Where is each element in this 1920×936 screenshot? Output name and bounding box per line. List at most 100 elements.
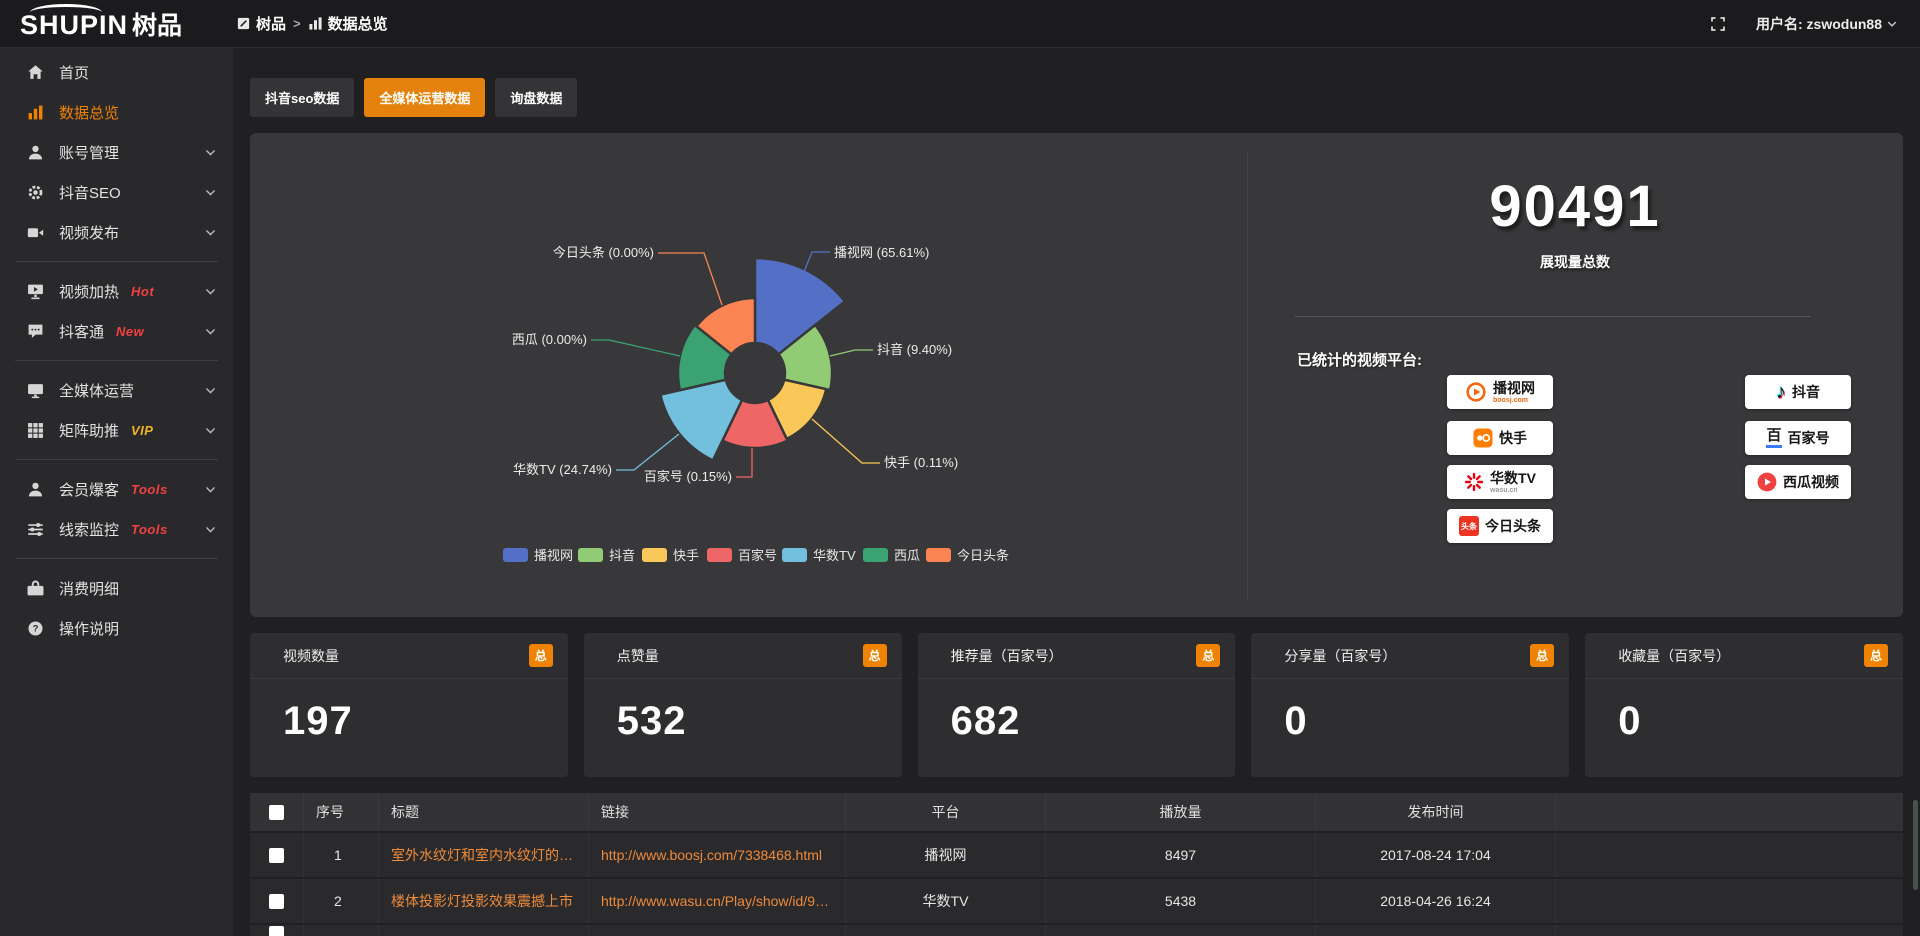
chart-panel: 播视网 (65.61%)抖音 (9.40%)快手 (0.11%)百家号 (0.1… xyxy=(250,133,1903,617)
stat-cards-row: 视频数量 总 197 点赞量 总 532 推荐量（百家号） 总 682 分享量（… xyxy=(250,633,1903,777)
label-line-快手 xyxy=(812,419,880,463)
sidebar-item-视频发布[interactable]: 视频发布 xyxy=(0,212,233,252)
breadcrumb-separator: > xyxy=(293,16,301,31)
col-header-序号: 序号 xyxy=(303,793,378,831)
video-title-link[interactable]: 楼体投影灯投影效果震撼上市 xyxy=(391,891,573,911)
data-tabs: 抖音seo数据全媒体运营数据询盘数据 xyxy=(250,78,1903,117)
platform-badge-抖音: ♪抖音 xyxy=(1745,375,1851,409)
sidebar-item-label: 线索监控 xyxy=(59,519,119,540)
logo-text-en: SHUPIN xyxy=(20,10,128,41)
legend-item-华数TV[interactable]: 华数TV xyxy=(782,548,856,563)
sidebar-item-消费明细[interactable]: 消费明细 xyxy=(0,568,233,608)
total-impressions-label: 展现量总数 xyxy=(1247,252,1903,272)
sidebar-item-label: 全媒体运营 xyxy=(59,380,134,401)
legend-item-快手[interactable]: 快手 xyxy=(642,548,699,563)
total-badge: 总 xyxy=(863,644,887,667)
legend-item-抖音[interactable]: 抖音 xyxy=(578,548,635,563)
platform-badge-快手: 快手 xyxy=(1447,421,1553,455)
breadcrumb-current[interactable]: 数据总览 xyxy=(308,13,388,34)
sidebar-item-数据总览[interactable]: 数据总览 xyxy=(0,92,233,132)
user-area: 用户名: zswodun88 xyxy=(1710,14,1920,34)
pie-label-播视网: 播视网 (65.61%) xyxy=(834,245,929,260)
sidebar-badge-New: New xyxy=(116,324,144,339)
col-header-链接: 链接 xyxy=(588,793,845,831)
platform-name: 华数TV xyxy=(1490,471,1536,485)
sidebar-item-视频加热[interactable]: 视频加热Hot xyxy=(0,271,233,311)
cell-views: 5438 xyxy=(1045,879,1315,923)
label-line-播视网 xyxy=(804,252,830,272)
sidebar-item-矩阵助推[interactable]: 矩阵助推VIP xyxy=(0,410,233,450)
sidebar-item-label: 视频加热 xyxy=(59,281,119,302)
sidebar: 首页数据总览账号管理抖音SEO 视频发布视频加热Hot抖客通New 全媒体运营矩阵助… xyxy=(0,48,233,936)
tab-抖音seo数据[interactable]: 抖音seo数据 xyxy=(250,78,354,117)
pie-label-百家号: 百家号 (0.15%) xyxy=(644,469,732,484)
sidebar-item-label: 消费明细 xyxy=(59,578,119,599)
row-checkbox[interactable] xyxy=(269,894,284,909)
sidebar-item-label: 操作说明 xyxy=(59,618,119,639)
platforms-title: 已统计的视频平台: xyxy=(1297,349,1422,370)
summary-zone: 90491 展现量总数 已统计的视频平台: 播视网boosj.com♪抖音快手百… xyxy=(1247,133,1903,617)
sidebar-item-首页[interactable]: 首页 xyxy=(0,52,233,92)
legend-item-百家号[interactable]: 百家号 xyxy=(707,548,777,563)
chat-icon xyxy=(27,323,45,340)
gear-icon xyxy=(27,184,45,201)
chevron-down-icon xyxy=(204,384,217,397)
sidebar-item-label: 矩阵助推 xyxy=(59,420,119,441)
row-checkbox[interactable] xyxy=(269,848,284,863)
label-line-华数TV xyxy=(616,434,679,470)
stat-card-value: 0 xyxy=(1251,679,1569,744)
breadcrumb-home[interactable]: 树品 xyxy=(236,13,286,34)
chevron-down-icon xyxy=(204,186,217,199)
video-title-link[interactable]: 室外水纹灯和室内水纹灯的区别和简介 xyxy=(391,845,576,865)
platform-name: 播视网 xyxy=(1493,381,1535,395)
platform-name: 西瓜视频 xyxy=(1783,475,1839,489)
stat-card-title: 视频数量 xyxy=(283,646,339,666)
sidebar-item-label: 账号管理 xyxy=(59,142,119,163)
breadcrumb-home-label: 树品 xyxy=(256,13,286,34)
scrollbar-thumb[interactable] xyxy=(1913,800,1918,890)
video-camera-icon xyxy=(27,224,45,241)
tab-询盘数据[interactable]: 询盘数据 xyxy=(495,78,577,117)
fullscreen-icon[interactable] xyxy=(1710,16,1726,32)
sidebar-item-抖客通[interactable]: 抖客通New xyxy=(0,311,233,351)
sidebar-item-label: 视频发布 xyxy=(59,222,119,243)
sidebar-item-账号管理[interactable]: 账号管理 xyxy=(0,132,233,172)
video-url-link[interactable]: http://www.boosj.com/7338468.html xyxy=(601,847,822,863)
svg-text:西瓜: 西瓜 xyxy=(894,548,920,563)
sidebar-item-抖音SEO[interactable]: 抖音SEO xyxy=(0,172,233,212)
pie-label-华数TV: 华数TV (24.74%) xyxy=(513,462,612,477)
chevron-down-icon xyxy=(204,325,217,338)
sidebar-item-线索监控[interactable]: 线索监控Tools xyxy=(0,509,233,549)
top-bar: SHUPIN 树品 树品 > 数据总览 用户名: zswodun88 xyxy=(0,0,1920,48)
legend-item-西瓜[interactable]: 西瓜 xyxy=(863,548,920,563)
stat-card-title: 分享量（百家号） xyxy=(1284,646,1396,666)
chevron-down-icon xyxy=(204,483,217,496)
col-header-发布时间: 发布时间 xyxy=(1315,793,1555,831)
sidebar-item-label: 会员爆客 xyxy=(59,479,119,500)
select-all-checkbox[interactable] xyxy=(269,805,284,820)
app-logo[interactable]: SHUPIN 树品 xyxy=(0,6,233,42)
chevron-down-icon xyxy=(204,146,217,159)
tab-全媒体运营数据[interactable]: 全媒体运营数据 xyxy=(364,78,485,117)
video-url-link[interactable]: http://www.wasu.cn/Play/show/id/952... xyxy=(601,893,833,909)
chevron-down-icon xyxy=(204,285,217,298)
row-checkbox[interactable] xyxy=(269,926,284,936)
sidebar-item-操作说明[interactable]: ?操作说明 xyxy=(0,608,233,648)
legend-item-播视网[interactable]: 播视网 xyxy=(503,548,573,563)
pie-label-今日头条: 今日头条 (0.00%) xyxy=(553,245,654,260)
svg-text:百家号: 百家号 xyxy=(738,548,777,563)
user-menu[interactable]: 用户名: zswodun88 xyxy=(1756,14,1898,34)
platform-name: 快手 xyxy=(1499,431,1527,445)
sliders-icon xyxy=(27,521,45,538)
pie-label-快手: 快手 (0.11%) xyxy=(884,455,958,470)
videos-table: 序号 标题 链接 平台 播放量 发布时间 1 室外水纹灯和室内水纹灯的区别和简介… xyxy=(250,793,1903,936)
baijiahao-icon: 百 xyxy=(1766,428,1781,448)
sidebar-item-全媒体运营[interactable]: 全媒体运营 xyxy=(0,370,233,410)
stat-card-点赞量: 点赞量 总 532 xyxy=(584,633,902,777)
sidebar-item-label: 抖音SEO xyxy=(59,182,121,203)
legend-item-今日头条[interactable]: 今日头条 xyxy=(926,548,1009,563)
stat-card-value: 532 xyxy=(584,679,902,744)
sidebar-item-会员爆客[interactable]: 会员爆客 Tools xyxy=(0,469,233,509)
sidebar-badge-Tools: Tools xyxy=(131,482,168,497)
播视网-logo-icon xyxy=(1465,381,1487,403)
